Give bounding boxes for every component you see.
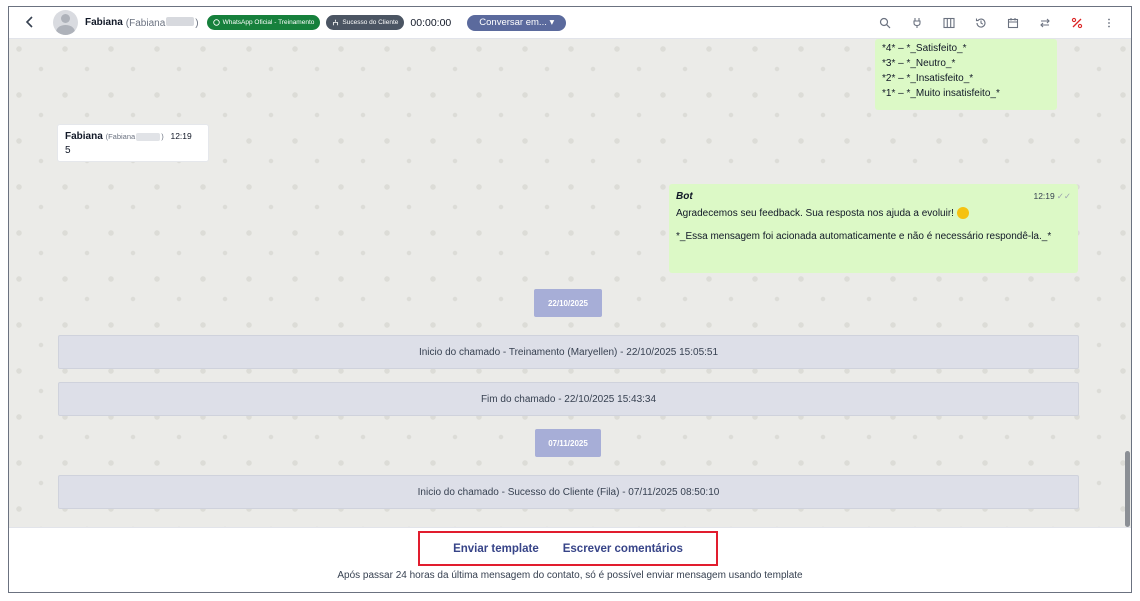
send-template-button[interactable]: Enviar template [453,543,539,555]
message-text: *_Essa mensagem foi acionada automaticam… [676,231,1052,242]
plug-button[interactable] [901,7,933,39]
sender-name: Bot [676,191,693,202]
contact-handle: (Fabiana) [125,16,199,29]
message-time: 12:19 ✓✓ [1033,191,1071,201]
queue-chip[interactable]: Sucesso do Cliente [326,15,405,30]
redacted-text [166,16,195,26]
chevron-left-icon [25,13,35,33]
date-badge: 07/11/2025 [535,429,601,457]
survey-message: *4* – *_Satisfeito_* *3* – *_Neutro_* *2… [875,39,1057,110]
avatar[interactable] [53,10,78,35]
header-toolbar [869,7,1125,39]
more-button[interactable] [1093,7,1125,39]
history-button[interactable] [965,7,997,39]
system-event: Inicio do chamado - Sucesso do Cliente (… [58,475,1079,509]
search-icon [879,17,891,29]
system-event: Fim do chamado - 22/10/2025 15:43:34 [58,382,1079,416]
message-time: 12:19 [170,131,192,141]
write-comments-button[interactable]: Escrever comentários [563,543,683,555]
template-notice: Após passar 24 horas da última mensagem … [337,570,803,581]
history-icon [975,18,986,28]
more-vertical-icon [1108,18,1110,28]
survey-option: *4* – *_Satisfeito_* [882,43,967,54]
contact-name-text: Fabiana [85,17,123,28]
whatsapp-icon [212,19,220,26]
transfer-button[interactable] [1029,7,1061,39]
scrollbar-thumb[interactable] [1125,451,1130,527]
survey-option: *3* – *_Neutro_* [882,58,956,69]
incoming-message: Fabiana (Fabiana) 12:19 5 [57,124,209,162]
search-button[interactable] [869,7,901,39]
system-event: Inicio do chamado - Treinamento (Maryell… [58,335,1079,369]
chat-header: Fabiana (Fabiana) WhatsApp Oficial - Tre… [9,7,1131,39]
contact-name[interactable]: Fabiana (Fabiana) [85,16,199,29]
calendar-icon [1007,18,1019,29]
talk-in-button[interactable]: Conversar em... ▾ [467,14,567,31]
transfer-icon [1040,18,1050,28]
back-button[interactable] [13,7,47,39]
message-text: 5 [65,145,71,156]
sender-name: Fabiana [65,131,103,142]
percent-button[interactable] [1061,7,1093,39]
columns-button[interactable] [933,7,965,39]
percent-icon [1071,17,1083,29]
read-ticks-icon: ✓✓ [1056,191,1071,201]
calendar-button[interactable] [997,7,1029,39]
date-badge: 22/10/2025 [534,289,602,317]
call-timer: 00:00:00 [410,16,452,29]
survey-option: *1* – *_Muito insatisfeito_* [882,88,1000,99]
composer-footer: Enviar template Escrever comentários Apó… [9,527,1131,592]
redacted-text [136,133,161,142]
smile-emoji-icon [956,207,969,220]
survey-option: *2* – *_Insatisfeito_* [882,73,974,84]
message-list[interactable]: *4* – *_Satisfeito_* *3* – *_Neutro_* *2… [9,39,1131,527]
sitemap-icon [333,19,339,26]
bot-message: Bot 12:19 ✓✓ Agradecemos seu feedback. Su… [669,184,1078,273]
sender-handle: (Fabiana) [105,132,164,142]
plug-icon [913,18,921,28]
action-buttons: Enviar template Escrever comentários [418,531,718,566]
message-text: Agradecemos seu feedback. Sua resposta n… [676,207,1071,221]
chat-window: Fabiana (Fabiana) WhatsApp Oficial - Tre… [8,6,1132,593]
channel-chip[interactable]: WhatsApp Oficial - Treinamento [206,15,321,30]
columns-icon [943,17,955,29]
scrollbar[interactable] [1123,39,1131,527]
